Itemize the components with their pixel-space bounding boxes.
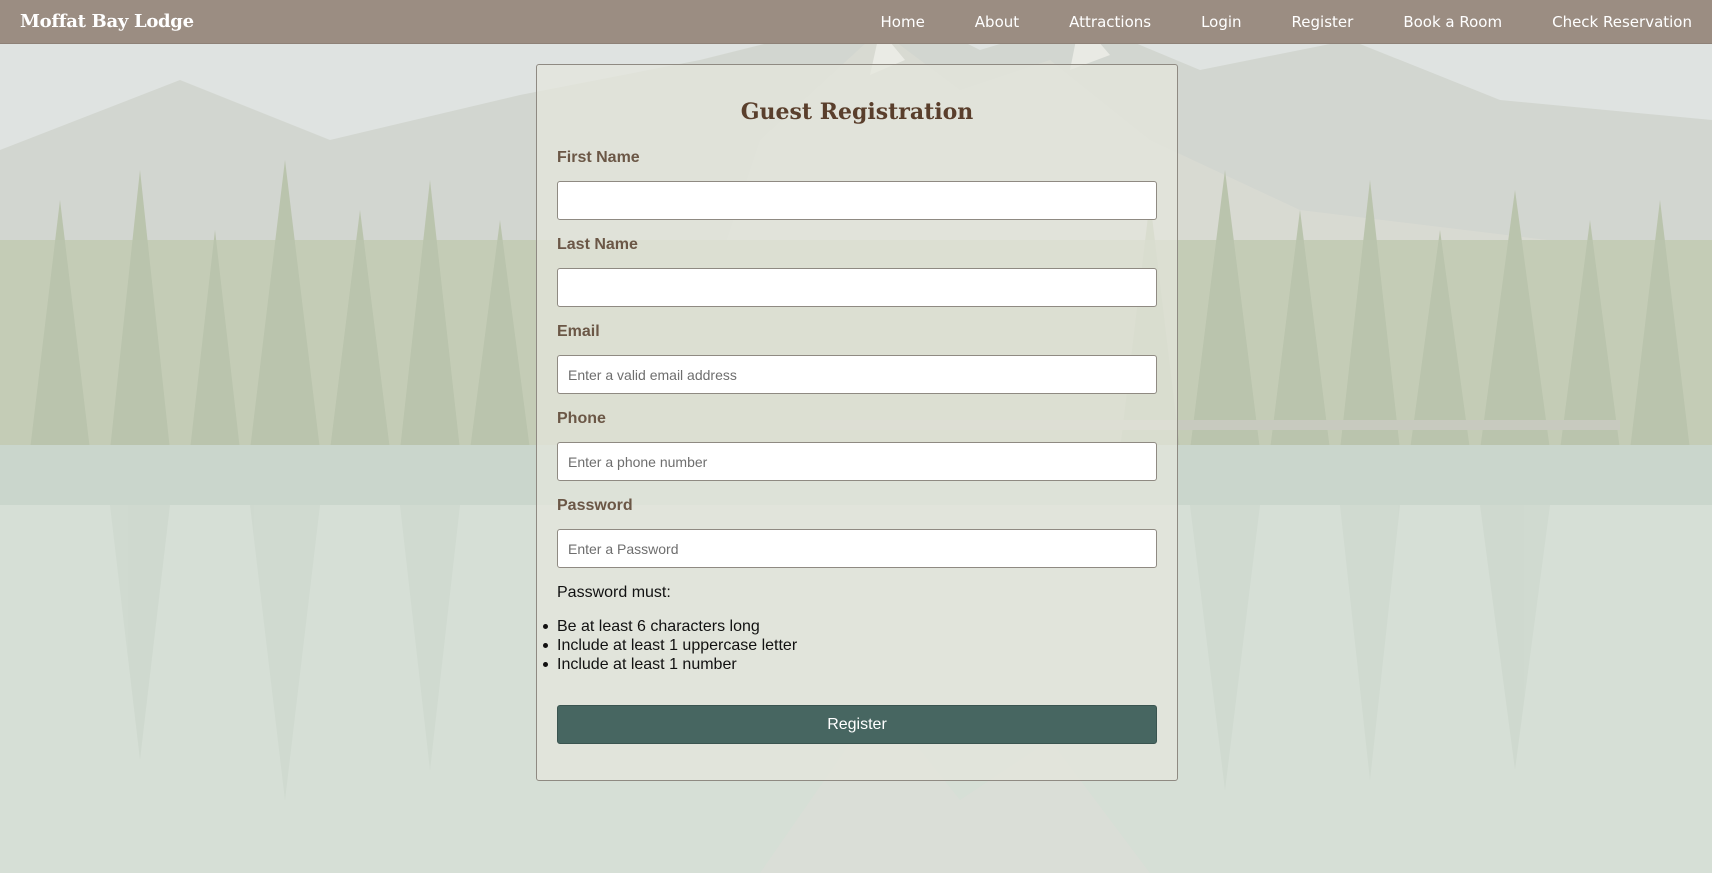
last-name-input[interactable] [557,268,1157,307]
nav-link-about[interactable]: About [925,13,1019,31]
nav-link-register[interactable]: Register [1242,13,1354,31]
top-navbar: Moffat Bay Lodge Home About Attractions … [0,0,1712,44]
password-rules-title: Password must: [557,584,671,601]
email-label: Email [557,323,600,340]
register-button[interactable]: Register [557,705,1157,744]
first-name-label: First Name [557,149,640,166]
password-rules-list: Be at least 6 characters long Include at… [542,617,798,674]
phone-input[interactable] [557,442,1157,481]
password-input[interactable] [557,529,1157,568]
page-title: Guest Registration [740,99,974,125]
nav-links: Home About Attractions Login Register Bo… [881,13,1693,31]
nav-link-check-reservation[interactable]: Check Reservation [1502,13,1692,31]
password-rule-item: Be at least 6 characters long [542,617,797,636]
brand-logo[interactable]: Moffat Bay Lodge [20,11,194,32]
last-name-label: Last Name [557,236,638,253]
password-rule-item: Include at least 1 uppercase letter [542,637,798,654]
password-rule-item: Include at least 1 number [542,655,797,674]
nav-link-book-a-room[interactable]: Book a Room [1353,13,1502,31]
phone-label: Phone [557,410,606,427]
nav-link-attractions[interactable]: Attractions [1019,13,1151,31]
nav-link-login[interactable]: Login [1151,13,1241,31]
first-name-input[interactable] [557,181,1157,220]
nav-link-home[interactable]: Home [881,13,925,31]
email-input[interactable] [557,355,1157,394]
registration-card: Guest Registration First Name Last Name … [536,64,1178,781]
password-label: Password [557,497,633,514]
